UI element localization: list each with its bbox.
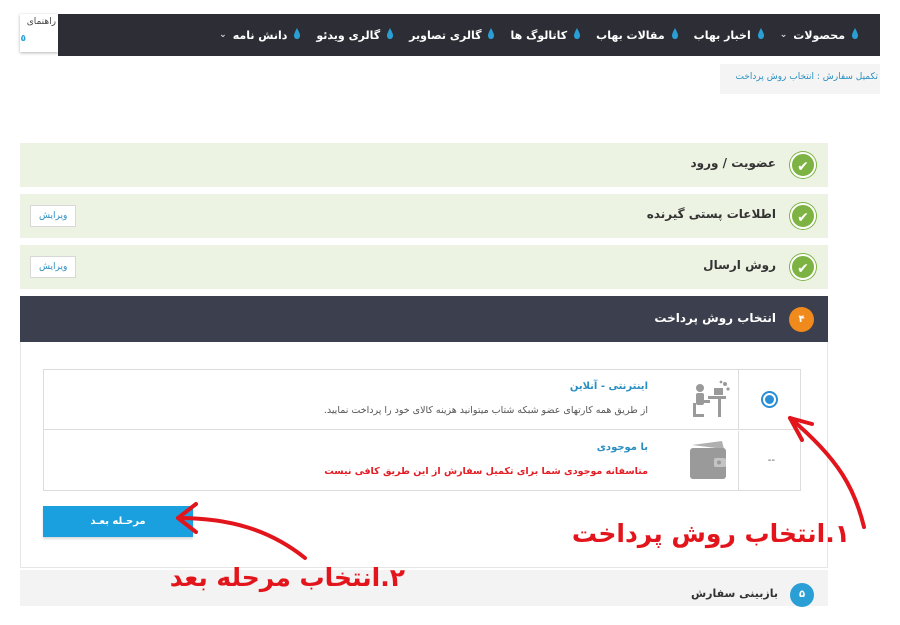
insufficient-balance-warning: متاسفانه موجودی شما برای تکمیل سفارش از …: [324, 466, 648, 477]
check-icon: ✔: [790, 152, 816, 178]
nav-item-label: اخبار بهاب: [693, 28, 751, 42]
drop-icon: [294, 28, 301, 39]
nav-item-label: گالری تصاویر: [409, 28, 482, 42]
drop-icon: [757, 28, 764, 39]
step-title: بازبینی سفارش: [690, 587, 778, 600]
drop-icon: [387, 28, 394, 39]
guide-box[interactable]: راهنمای ٥: [20, 14, 58, 52]
drop-icon: [574, 28, 581, 39]
top-nav: محصولات ⌄ اخبار بهاب مقالات بهاب کاتالوگ …: [58, 14, 880, 56]
step-title: روش ارسال: [703, 258, 776, 272]
drop-icon: [852, 28, 858, 39]
drop-icon: [671, 28, 678, 39]
step-recipient-info: ✔ اطلاعات پستی گیرنده ویرایش: [20, 194, 828, 238]
payment-methods-table: اینترنتی - آنلاین از طریق همه کارتهای عض…: [43, 369, 801, 491]
payment-option-description: از طریق همه کارتهای عضو شبکه شتاب میتوان…: [323, 405, 648, 416]
edit-recipient-button[interactable]: ویرایش: [30, 205, 77, 227]
check-icon: ✔: [790, 254, 816, 280]
nav-item-label: مقالات بهاب: [596, 28, 665, 42]
step-title: انتخاب روش پرداخت: [654, 311, 776, 325]
drop-icon: [488, 28, 495, 39]
nav-item-products[interactable]: محصولات ⌄: [772, 14, 866, 56]
step-title: اطلاعات پستی گیرنده: [646, 207, 776, 221]
nav-item-encyclopedia[interactable]: دانش نامه ⌄: [211, 14, 308, 56]
chevron-down-icon: ⌄: [219, 30, 227, 40]
step-payment-method: ۴ انتخاب روش پرداخت: [20, 296, 828, 342]
payment-option-online[interactable]: اینترنتی - آنلاین از طریق همه کارتهای عض…: [44, 370, 800, 430]
select-cell: --: [738, 431, 800, 491]
nav-item-photo-gallery[interactable]: گالری تصاویر: [401, 14, 502, 56]
guide-label: راهنمای: [26, 17, 56, 27]
annotation-step2: ۲.انتخاب مرحله بعد: [169, 563, 405, 592]
annotation-step1: ۱.انتخاب روش پرداخت: [571, 519, 850, 548]
nav-item-video-gallery[interactable]: گالری ویدئو: [308, 14, 401, 56]
edit-shipping-button[interactable]: ویرایش: [30, 256, 77, 278]
payment-online-radio[interactable]: [761, 391, 778, 408]
guide-number: ٥: [20, 34, 27, 44]
nav-item-articles[interactable]: مقالات بهاب: [588, 14, 686, 56]
check-icon: ✔: [790, 203, 816, 229]
next-step-button[interactable]: مرحـله بعـد: [43, 506, 193, 537]
nav-item-catalogs[interactable]: کاتالوگ ها: [502, 14, 588, 56]
payment-option-title: با موجودی: [596, 442, 648, 453]
unavailable-marker: --: [767, 455, 775, 466]
select-cell: [738, 370, 800, 430]
online-payment-icon: [656, 370, 738, 430]
payment-option-title[interactable]: اینترنتی - آنلاین: [570, 381, 648, 392]
step-title: عضویت / ورود: [690, 156, 776, 170]
breadcrumb: تکمیل سفارش : انتخاب روش پرداخت: [720, 64, 880, 94]
nav-item-label: گالری ویدئو: [316, 28, 381, 42]
step-order-review: ۵ بازبینی سفارش: [20, 570, 828, 607]
breadcrumb-text[interactable]: تکمیل سفارش : انتخاب روش پرداخت: [735, 72, 878, 82]
step-number-badge: ۵: [790, 583, 814, 607]
wallet-icon: [656, 431, 738, 491]
step-number-badge: ۴: [789, 307, 814, 332]
payment-option-balance: -- با موجودی متاسفانه موجودی شما برای تک…: [44, 431, 800, 491]
nav-item-label: کاتالوگ ها: [510, 28, 568, 42]
nav-item-news[interactable]: اخبار بهاب: [686, 14, 772, 56]
step-membership: ✔ عضویت / ورود: [20, 143, 828, 187]
chevron-down-icon: ⌄: [779, 30, 788, 40]
nav-item-label: محصولات: [793, 28, 845, 42]
step-shipping-method: ✔ روش ارسال ویرایش: [20, 245, 828, 289]
nav-item-label: دانش نامه: [232, 28, 288, 42]
